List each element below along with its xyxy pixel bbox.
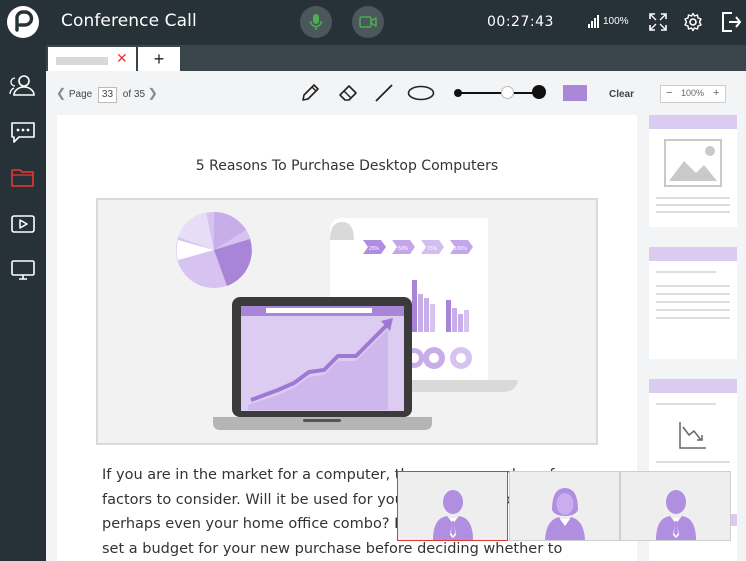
- sidebar-item-participants[interactable]: [9, 74, 37, 98]
- chart-label-1: 25%: [369, 246, 380, 252]
- participant-tile-3[interactable]: [620, 471, 731, 541]
- play-icon: [11, 215, 35, 233]
- sidebar-item-files[interactable]: [9, 166, 37, 190]
- participant-video-strip: [397, 471, 731, 541]
- line-icon[interactable]: [373, 82, 395, 104]
- thumbnail-page-1[interactable]: [649, 115, 737, 227]
- chart-label-3: 75%: [427, 246, 438, 252]
- thumbnail-header-bar: [649, 115, 737, 129]
- eraser-icon[interactable]: [337, 82, 359, 104]
- laptop-chart-illustration: 25% 50% 75% 100%: [176, 212, 518, 430]
- zoom-out-button[interactable]: −: [666, 87, 672, 99]
- chart-trend-icon: [679, 422, 706, 449]
- chart-label-4: 100%: [454, 246, 467, 252]
- zoom-in-button[interactable]: +: [713, 87, 719, 99]
- thumbnail-header-bar: [649, 379, 737, 393]
- tab-document[interactable]: ✕: [48, 47, 136, 71]
- chart-label-2: 50%: [398, 246, 409, 252]
- ellipse-icon[interactable]: [406, 84, 436, 102]
- app-title: Conference Call: [61, 11, 197, 31]
- male-avatar-icon: [656, 490, 696, 540]
- close-tab-icon[interactable]: ✕: [116, 51, 128, 65]
- thumbnail-header-bar: [649, 247, 737, 261]
- image-placeholder-icon: [664, 139, 722, 187]
- clear-button[interactable]: Clear: [609, 89, 634, 100]
- slider-handle[interactable]: [501, 86, 514, 99]
- document-illustration: 25% 50% 75% 100%: [96, 198, 598, 445]
- exit-icon[interactable]: [720, 10, 742, 34]
- signal-icon: [588, 15, 599, 28]
- sidebar-item-media[interactable]: [9, 212, 37, 236]
- pencil-icon[interactable]: [299, 82, 321, 104]
- total-pages: 35: [133, 89, 146, 100]
- slider-min-dot: [454, 89, 462, 97]
- monitor-icon: [11, 260, 35, 280]
- pen-color-swatch[interactable]: [563, 85, 587, 101]
- female-avatar-icon: [545, 488, 585, 540]
- microphone-icon: [309, 14, 323, 30]
- stroke-width-slider[interactable]: [454, 85, 546, 99]
- thumbnail-page-2[interactable]: [649, 247, 737, 359]
- page-label: Page: [68, 89, 93, 100]
- sidebar-item-screen-share[interactable]: [9, 258, 37, 282]
- participant-tile-1[interactable]: [397, 471, 508, 541]
- users-icon: [9, 75, 35, 96]
- zoom-value[interactable]: 100%: [681, 88, 704, 98]
- whiteboard-toolbar: ❮ Page 33 of 35 ❯ Clear − 100% +: [46, 71, 746, 115]
- of-label: of: [122, 89, 132, 100]
- document-title: 5 Reasons To Purchase Desktop Computers: [195, 158, 499, 174]
- slider-max-dot: [532, 85, 546, 99]
- fullscreen-icon[interactable]: [648, 12, 668, 32]
- app-logo: [7, 6, 39, 38]
- next-page-icon[interactable]: ❯: [148, 86, 158, 100]
- participant-tile-2[interactable]: [509, 471, 620, 541]
- top-bar: Conference Call 00:27:43 100%: [0, 0, 746, 45]
- call-timer: 00:27:43: [487, 14, 554, 30]
- video-camera-icon: [359, 16, 377, 28]
- folder-icon: [11, 169, 34, 187]
- page-number-input[interactable]: 33: [97, 87, 117, 103]
- tab-name-placeholder: [56, 57, 108, 65]
- page-navigator: ❮ Page 33 of 35 ❯: [56, 86, 158, 103]
- previous-page-icon[interactable]: ❮: [56, 86, 66, 100]
- sidebar-item-chat[interactable]: [9, 120, 37, 144]
- add-tab-button[interactable]: +: [138, 47, 180, 71]
- document-tab-bar: ✕ +: [46, 45, 746, 71]
- microphone-button[interactable]: [300, 6, 332, 38]
- camera-button[interactable]: [352, 6, 384, 38]
- gear-icon[interactable]: [683, 12, 703, 32]
- chat-bubble-icon: [11, 122, 35, 143]
- male-avatar-icon: [433, 490, 473, 540]
- sidebar: [0, 45, 46, 561]
- battery-level: 100%: [603, 16, 629, 27]
- zoom-control: − 100% +: [660, 85, 726, 103]
